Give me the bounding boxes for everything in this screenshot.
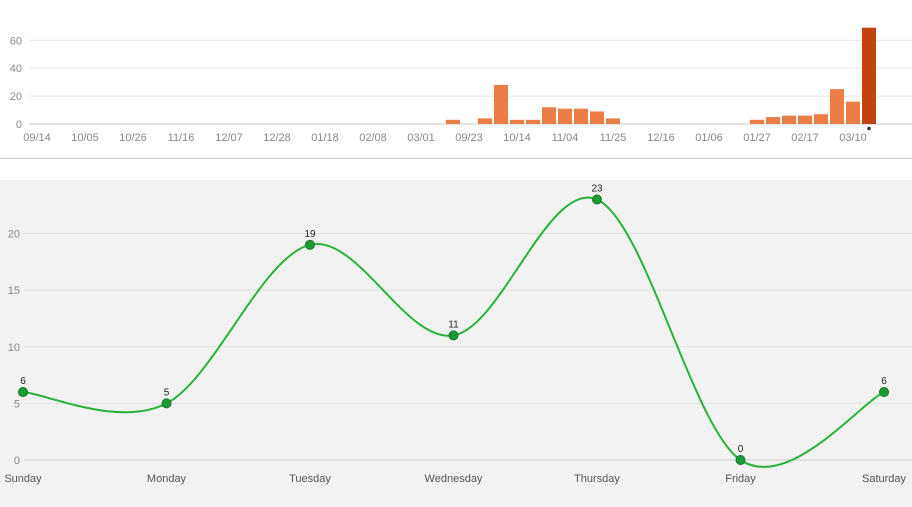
- bar-chart-bar[interactable]: [526, 119, 540, 124]
- line-chart-y-tick-label: 10: [8, 342, 20, 354]
- line-chart-data-label: 6: [20, 376, 26, 387]
- line-chart-point[interactable]: [448, 330, 459, 341]
- bar-chart-x-tick-label: 10/26: [119, 132, 147, 144]
- bar-chart-selected-marker: [867, 126, 871, 131]
- bar-chart-x-tick-label: 11/16: [168, 132, 195, 144]
- bar-chart-gridlines: [29, 39, 912, 125]
- bar-chart-y-tick-label: 40: [10, 63, 22, 75]
- bar-chart-y-tick-label: 0: [16, 119, 22, 131]
- bar-chart-x-tick-label: 12/07: [215, 132, 243, 144]
- line-chart-data-label: 23: [591, 184, 603, 195]
- bar-chart-x-tick-label: 10/14: [503, 132, 531, 144]
- bar-chart-y-tick-label: 60: [10, 35, 22, 47]
- line-chart-y-axis: 0 5 10 15 20: [8, 229, 20, 468]
- bar-chart-y-tick-label: 20: [10, 91, 22, 103]
- line-chart-data-label: 19: [304, 229, 316, 240]
- day-of-week-line-chart: 05101520 6519112306 Sunday Monday Tuesday W…: [0, 180, 912, 507]
- bar-chart-x-axis: 09/14 10/05 10/26 11/16 12/07 12/28 01/18 02/08…: [23, 132, 867, 144]
- line-chart-y-tick-label: 0: [14, 455, 20, 467]
- bar-chart-bar[interactable]: [798, 115, 812, 124]
- line-chart-y-tick-label: 5: [14, 398, 20, 410]
- line-chart-x-tick-label: Wednesday: [425, 473, 483, 485]
- line-chart-data-label: 0: [738, 444, 744, 455]
- bar-chart-x-tick-label: 01/06: [695, 132, 723, 144]
- bar-chart-x-tick-label: 09/23: [455, 132, 483, 144]
- line-chart-gridlines: [24, 233, 912, 461]
- line-chart-x-axis: Sunday Monday Tuesday Wednesday Thursday Frid…: [4, 473, 906, 485]
- line-chart-x-tick-label: Monday: [147, 473, 187, 485]
- line-chart-x-tick-label: Tuesday: [289, 473, 331, 485]
- bar-chart-x-tick-label: 02/08: [359, 132, 387, 144]
- line-chart-x-tick-label: Sunday: [4, 473, 42, 485]
- bar-chart-bar[interactable]: [846, 101, 860, 124]
- line-chart-y-tick-label: 20: [8, 229, 20, 241]
- bar-chart-x-tick-label: 03/01: [407, 132, 435, 144]
- line-chart-data-labels: 6 5 19 11 23 0 6: [20, 184, 887, 455]
- bar-chart-x-tick-label: 02/17: [791, 132, 819, 144]
- line-chart-x-tick-label: Thursday: [574, 473, 620, 485]
- bar-chart-bar[interactable]: [766, 117, 780, 124]
- chart-divider: [0, 158, 912, 159]
- line-chart-x-tick-label: Saturday: [862, 473, 907, 485]
- bar-chart-bar[interactable]: [574, 108, 588, 124]
- line-chart-point[interactable]: [592, 194, 602, 205]
- bar-chart-bar[interactable]: [590, 111, 604, 124]
- bar-chart-y-axis: 0 20 40 60: [10, 35, 22, 131]
- line-chart-point[interactable]: [18, 387, 28, 398]
- line-chart-point[interactable]: [735, 455, 746, 465]
- bar-chart-bar[interactable]: [750, 119, 764, 124]
- bar-chart-bar[interactable]: [478, 118, 492, 124]
- line-chart-point[interactable]: [161, 398, 172, 409]
- line-chart-point[interactable]: [879, 387, 889, 398]
- bar-chart-x-tick-label: 03/10: [839, 132, 867, 144]
- line-chart-data-label: 6: [881, 376, 887, 387]
- bar-chart-bar[interactable]: [862, 27, 876, 124]
- bar-chart-x-tick-label: 11/04: [552, 132, 579, 144]
- bar-chart-x-tick-label: 01/27: [743, 132, 771, 144]
- bar-chart-bar[interactable]: [606, 118, 620, 124]
- bar-chart-bar[interactable]: [494, 84, 508, 124]
- line-chart-data-label: 11: [448, 319, 459, 330]
- bar-chart-x-tick-label: 10/05: [71, 132, 99, 144]
- weekly-bar-chart: 0 20 40 60 09/14 10/05 10/26 11/16 12/07 12/28 01…: [10, 27, 912, 144]
- bar-chart-bar[interactable]: [830, 89, 844, 124]
- bar-chart-bar[interactable]: [814, 114, 828, 124]
- line-chart-data-label: 5: [164, 387, 170, 398]
- bar-chart-bar[interactable]: [510, 119, 524, 124]
- line-chart-y-tick-label: 15: [8, 285, 20, 297]
- bar-chart-bar[interactable]: [782, 115, 796, 124]
- bar-chart-x-tick-label: 01/18: [311, 132, 339, 144]
- line-chart-point[interactable]: [305, 239, 315, 250]
- bar-chart-bar[interactable]: [558, 108, 572, 124]
- bar-chart-x-tick-label: 11/25: [600, 132, 627, 144]
- bar-chart-x-tick-label: 09/14: [23, 132, 51, 144]
- bar-chart-bars: [446, 27, 876, 131]
- line-chart-x-tick-label: Friday: [725, 473, 756, 485]
- bar-chart-bar[interactable]: [542, 107, 556, 124]
- bar-chart-x-tick-label: 12/16: [647, 132, 675, 144]
- bar-chart-bar[interactable]: [446, 119, 460, 124]
- bar-chart-x-tick-label: 12/28: [263, 132, 291, 144]
